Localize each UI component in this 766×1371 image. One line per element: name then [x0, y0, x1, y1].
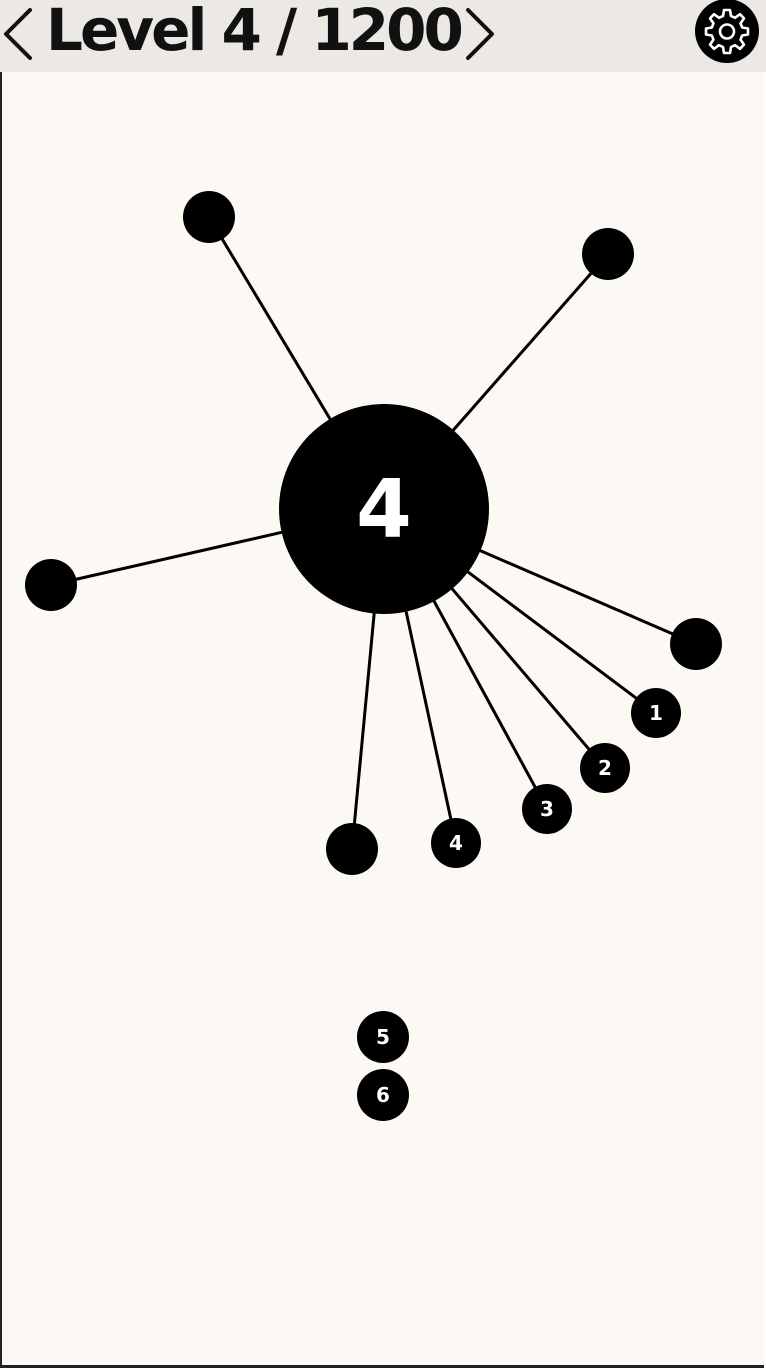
game-board[interactable]: 1234 4 56 — [0, 0, 766, 1371]
pin-ball — [582, 228, 634, 280]
ball-queue: 56 — [357, 1011, 409, 1121]
pin-ball-number: 4 — [449, 831, 463, 855]
pin-ball-number: 3 — [540, 797, 554, 821]
pin-line — [207, 216, 334, 424]
pin-ball-number: 2 — [598, 756, 612, 780]
queue-ball-number: 6 — [376, 1083, 390, 1107]
pin-ball-number: 1 — [649, 701, 663, 725]
pin-ball — [183, 191, 235, 243]
pin-ball — [670, 618, 722, 670]
core-number: 4 — [356, 463, 412, 556]
pin-line — [476, 547, 697, 646]
queue-ball-number: 5 — [376, 1025, 390, 1049]
pin-ball — [25, 559, 77, 611]
pin-line — [448, 584, 607, 769]
pin-line — [350, 609, 377, 850]
pin-line — [430, 597, 549, 810]
pin-line — [403, 607, 458, 844]
pin-line — [449, 253, 610, 435]
pin-line — [50, 530, 286, 587]
pin-line — [463, 568, 657, 715]
pin-ball — [326, 823, 378, 875]
